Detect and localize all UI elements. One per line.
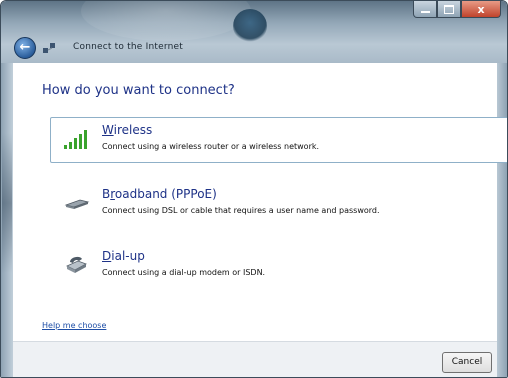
option-label-rest: oadband (PPPoE)	[114, 187, 217, 201]
maximize-icon	[444, 4, 454, 14]
option-dialup-description: Connect using a dial-up modem or ISDN.	[102, 268, 266, 277]
option-broadband-title: Broadband (PPPoE)	[102, 187, 217, 201]
wireless-signal-icon	[64, 127, 90, 151]
option-dialup-title: Dial-up	[102, 249, 145, 263]
window-frame-left	[1, 63, 13, 377]
connect-to-internet-window: x ← Connect to the Internet How do you w…	[0, 0, 508, 378]
dialup-phone-icon	[64, 253, 90, 277]
close-button[interactable]: x	[461, 1, 501, 18]
option-broadband-description: Connect using DSL or cable that requires…	[102, 206, 380, 215]
page-heading: How do you want to connect?	[42, 83, 235, 98]
option-dialup[interactable]: Dial-up Connect using a dial-up modem or…	[50, 243, 507, 289]
maximize-button[interactable]	[437, 1, 461, 18]
accelerator-key: D	[102, 249, 112, 263]
title-bar[interactable]: x ← Connect to the Internet	[1, 1, 507, 63]
wizard-footer: Cancel	[13, 341, 497, 377]
minimize-icon	[420, 11, 430, 13]
option-broadband[interactable]: Broadband (PPPoE) Connect using DSL or c…	[50, 181, 507, 227]
help-me-choose-link[interactable]: Help me choose	[42, 321, 106, 330]
option-label-rest: ial-up	[111, 249, 145, 263]
window-controls: x	[413, 1, 501, 19]
option-wireless-description: Connect using a wireless router or a wir…	[102, 142, 320, 151]
option-wireless-title: Wireless	[102, 123, 152, 137]
title-bar-glow	[233, 9, 267, 43]
window-title: Connect to the Internet	[73, 42, 183, 52]
wizard-content: How do you want to connect? Wireless Con…	[13, 63, 507, 341]
minimize-button[interactable]	[413, 1, 437, 18]
cancel-button[interactable]: Cancel	[442, 352, 492, 373]
close-icon: x	[477, 2, 485, 16]
network-icon	[42, 41, 56, 55]
broadband-modem-icon	[64, 191, 90, 215]
back-button[interactable]: ←	[14, 37, 36, 59]
option-label-rest: ireless	[113, 123, 153, 137]
option-label-pre: B	[102, 187, 111, 201]
accelerator-key: W	[102, 123, 114, 137]
option-wireless[interactable]: Wireless Connect using a wireless router…	[50, 117, 507, 163]
back-arrow-icon: ←	[19, 40, 31, 55]
